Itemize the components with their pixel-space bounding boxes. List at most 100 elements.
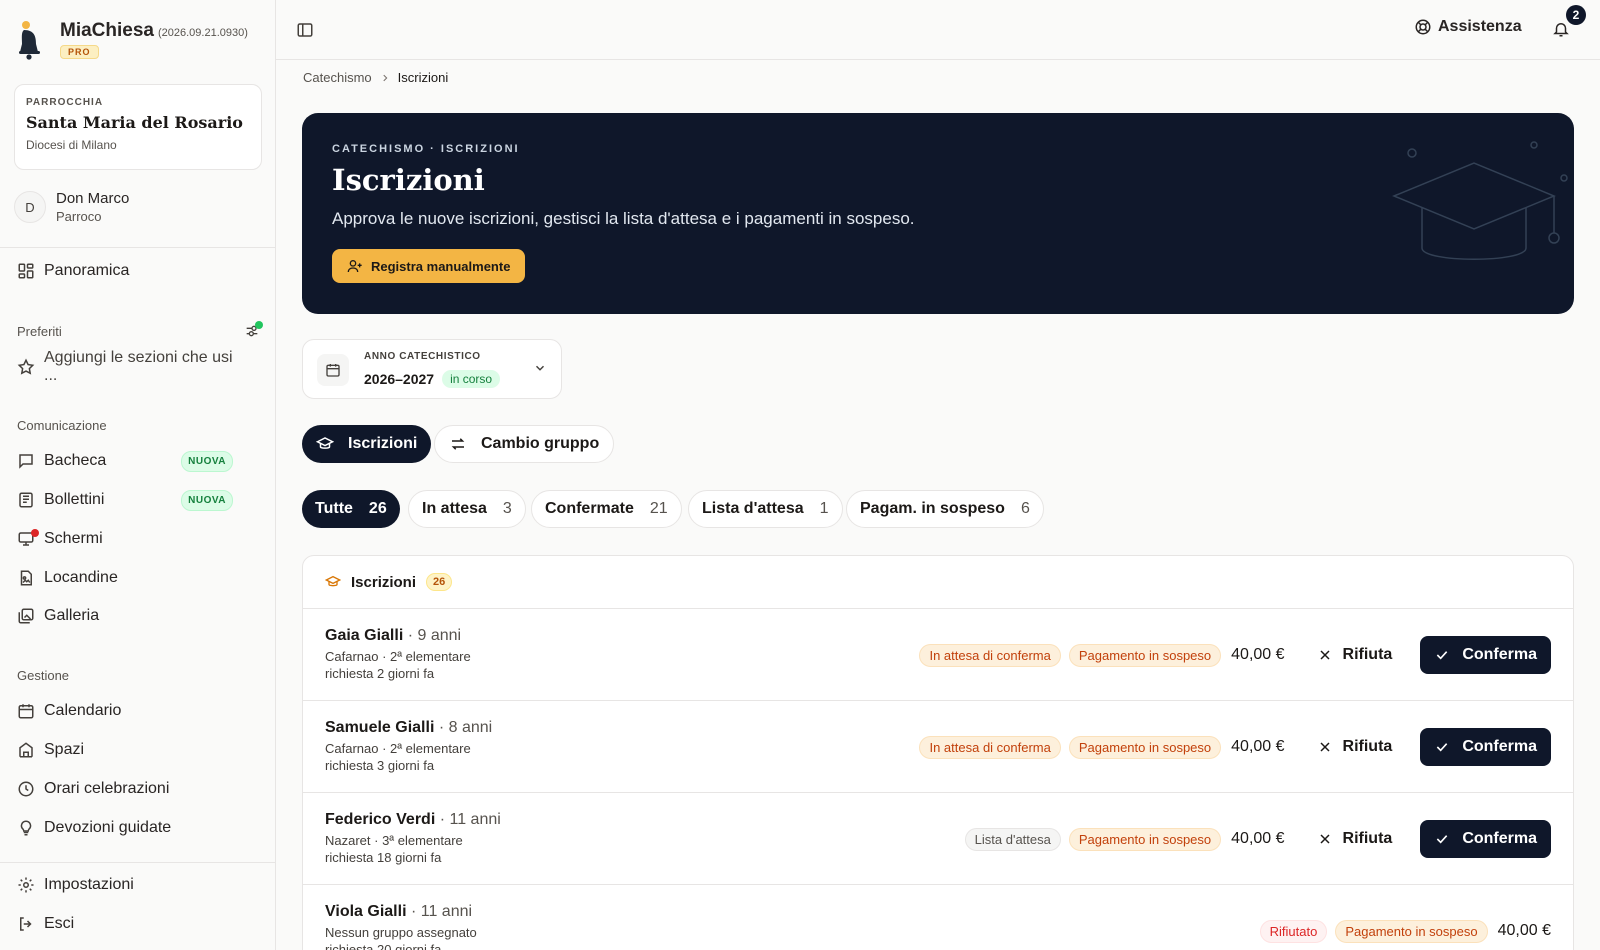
user-role: Parroco	[56, 209, 102, 224]
filter-tutte[interactable]: Tutte 26	[302, 490, 400, 528]
reject-label: Rifiuta	[1342, 830, 1393, 847]
building-icon	[19, 742, 33, 758]
confirm-button[interactable]: Conferma	[1420, 728, 1551, 766]
sidebar-item-schermi[interactable]: Schermi	[17, 524, 241, 554]
brand[interactable]: MiaChiesa (2026.09.21.0930) PRO	[16, 20, 248, 60]
filter-in-attesa[interactable]: In attesa 3	[408, 490, 526, 528]
request-time: richiesta 20 giorni fa	[325, 942, 442, 950]
avatar: D	[14, 191, 46, 223]
filter-label: Lista d'attesa	[702, 500, 804, 517]
reject-button[interactable]: Rifiuta	[1307, 646, 1403, 664]
sidebar-item-label: Locandine	[44, 569, 118, 586]
child-name: Viola Gialli	[325, 903, 407, 920]
school-year-selector[interactable]: ANNO CATECHISTICO 2026–2027 in corso	[302, 339, 562, 399]
sidebar-item-galleria[interactable]: Galleria	[17, 601, 241, 631]
filter-count: 26	[368, 500, 387, 517]
filter-pagamenti-sospeso[interactable]: Pagam. in sospeso 6	[846, 490, 1044, 528]
table-row[interactable]: Samuele Gialli · 8 anni Cafarnao · 2ª el…	[303, 701, 1573, 793]
register-manually-button[interactable]: Registra manualmente	[332, 249, 526, 283]
sidebar-item-locandine[interactable]: Locandine	[17, 563, 241, 593]
filter-label: Tutte	[315, 500, 353, 517]
list-title: Iscrizioni	[351, 573, 417, 591]
status-badge: In attesa di conferma	[919, 643, 1061, 667]
sidebar-item-bollettini[interactable]: Bollettini NUOVA	[17, 485, 241, 515]
amount: 40,00 €	[1497, 922, 1551, 939]
filter-label: In attesa	[422, 500, 487, 517]
confirm-button[interactable]: Conferma	[1420, 636, 1551, 674]
sidebar-item-bacheca[interactable]: Bacheca NUOVA	[17, 446, 241, 476]
sidebar-item-overview[interactable]: Panoramica	[17, 256, 241, 286]
payment-badge: Pagamento in sospeso	[1068, 643, 1222, 667]
check-icon	[1437, 651, 1448, 660]
tab-cambio-gruppo[interactable]: Cambio gruppo	[434, 425, 615, 463]
sidebar-item-spazi[interactable]: Spazi	[17, 735, 241, 765]
table-row[interactable]: Viola Gialli · 11 anni Nessun gruppo ass…	[303, 885, 1573, 950]
notifications-button[interactable]	[1552, 20, 1570, 38]
parish-diocese: Diocesi di Milano	[26, 138, 117, 152]
favorites-settings-button[interactable]	[244, 321, 263, 339]
hero-banner: CATECHISMO · ISCRIZIONI Iscrizioni Appro…	[302, 113, 1574, 314]
school-year-status-badge: in corso	[442, 370, 501, 388]
parish-card[interactable]: PARROCCHIA Santa Maria del Rosario Dioce…	[14, 84, 262, 170]
request-time: richiesta 2 giorni fa	[325, 666, 435, 681]
panel-left-icon	[297, 23, 313, 37]
school-year-label: ANNO CATECHISTICO	[364, 351, 481, 362]
child-group: Nazaret · 3ª elementare	[325, 833, 463, 848]
gear-icon	[18, 877, 34, 893]
payment-badge: Pagamento in sospeso	[1068, 827, 1222, 851]
bell-icon	[1553, 23, 1569, 37]
grid-icon	[18, 263, 34, 279]
sidebar-item-devozioni[interactable]: Devozioni guidate	[17, 813, 241, 843]
star-icon	[17, 358, 35, 375]
message-square-icon	[19, 454, 33, 469]
breadcrumb-current: Iscrizioni	[397, 70, 449, 85]
confirm-button[interactable]: Conferma	[1420, 820, 1551, 858]
reject-button[interactable]: Rifiuta	[1307, 830, 1403, 848]
new-badge: NUOVA	[181, 450, 233, 472]
sidebar-item-label: Panoramica	[44, 262, 130, 279]
hero-kicker: CATECHISMO · ISCRIZIONI	[332, 143, 520, 155]
filter-count: 21	[649, 500, 668, 517]
sidebar-item-calendario[interactable]: Calendario	[17, 696, 241, 726]
favorites-section-title: Preferiti	[17, 324, 62, 339]
graduation-cap-icon	[316, 437, 334, 449]
app-version: (2026.09.21.0930)	[157, 27, 248, 39]
help-label: Assistenza	[1438, 18, 1522, 35]
chevron-right-icon	[383, 74, 388, 81]
breadcrumb-parent-link[interactable]: Catechismo	[303, 70, 372, 85]
register-manually-label: Registra manualmente	[371, 258, 511, 274]
parish-name: Santa Maria del Rosario	[26, 113, 243, 132]
user-profile[interactable]: D Don Marco Parroco	[14, 190, 129, 224]
child-age: · 11 anni	[406, 903, 473, 920]
amount: 40,00 €	[1231, 830, 1285, 847]
sidebar-item-settings[interactable]: Impostazioni	[17, 870, 241, 900]
sidebar-item-logout[interactable]: Esci	[17, 909, 241, 939]
filter-lista-attesa[interactable]: Lista d'attesa 1	[688, 490, 843, 528]
favorites-add-item[interactable]: Aggiungi le sezioni che usi ...	[17, 349, 241, 384]
sidebar-toggle-button[interactable]	[296, 21, 314, 39]
arrows-swap-icon	[451, 438, 465, 450]
sidebar-item-label: Bollettini	[44, 491, 105, 508]
hero-subtitle: Approva le nuove iscrizioni, gestisci la…	[332, 209, 915, 228]
table-row[interactable]: Gaia Gialli · 9 anni Cafarnao · 2ª eleme…	[303, 609, 1573, 701]
check-icon	[1437, 743, 1448, 752]
amount: 40,00 €	[1231, 646, 1285, 663]
page-title: Iscrizioni	[332, 163, 485, 197]
reject-button[interactable]: Rifiuta	[1307, 738, 1403, 756]
filter-confermate[interactable]: Confermate 21	[531, 490, 682, 528]
child-group: Nessun gruppo assegnato	[325, 925, 477, 940]
table-row[interactable]: Federico Verdi · 11 anni Nazaret · 3ª el…	[303, 793, 1573, 885]
graduation-cap-icon	[1392, 141, 1568, 260]
sidebar-item-orari[interactable]: Orari celebrazioni	[17, 774, 241, 804]
filter-label: Pagam. in sospeso	[860, 500, 1005, 517]
child-name: Gaia Gialli	[325, 627, 404, 644]
reject-label: Rifiuta	[1342, 646, 1393, 663]
child-group: Cafarnao · 2ª elementare	[325, 741, 471, 756]
confirm-label: Conferma	[1462, 738, 1537, 755]
user-plus-icon	[347, 260, 362, 273]
help-button[interactable]: Assistenza	[1414, 18, 1522, 36]
list-header: Iscrizioni 26	[303, 556, 1573, 609]
calendar-icon	[326, 364, 340, 377]
lifebuoy-icon	[1415, 19, 1431, 35]
tab-iscrizioni[interactable]: Iscrizioni	[302, 425, 432, 463]
